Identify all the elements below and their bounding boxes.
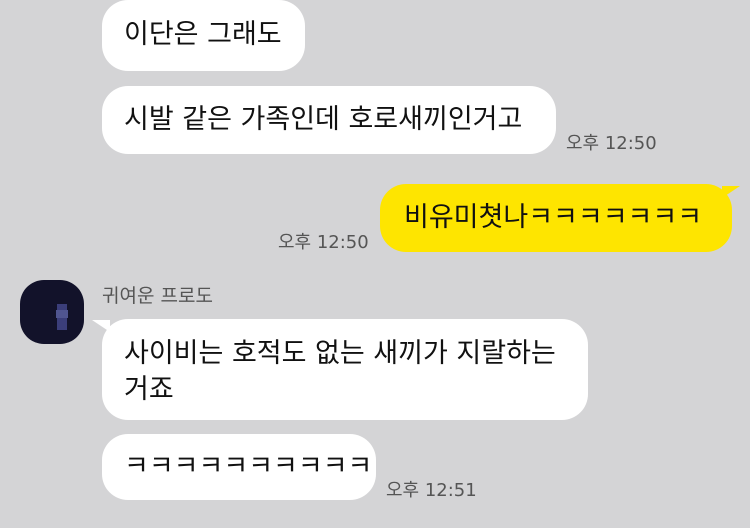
message-text: 비유미쳣나ㅋㅋㅋㅋㅋㅋㅋ xyxy=(404,202,703,233)
my-message-bubble[interactable]: 비유미쳣나ㅋㅋㅋㅋㅋㅋㅋ xyxy=(380,184,732,252)
message-bubble[interactable]: 이단은 그래도 xyxy=(102,0,305,71)
message-text: 시발 같은 가족인데 호로새끼인거고 xyxy=(124,104,523,135)
my-bubble-tail xyxy=(722,186,740,198)
message-text: 사이비는 호적도 없는 새끼가 지랄하는 xyxy=(124,338,556,369)
message-bubble[interactable]: 시발 같은 가족인데 호로새끼인거고 xyxy=(102,86,556,154)
message-text: 거죠 xyxy=(124,374,174,405)
profile-avatar[interactable] xyxy=(20,280,84,344)
message-text: ㅋㅋㅋㅋㅋㅋㅋㅋㅋㅋ xyxy=(124,451,373,482)
message-timestamp: 오후 12:51 xyxy=(386,480,477,501)
message-bubble[interactable]: ㅋㅋㅋㅋㅋㅋㅋㅋㅋㅋ xyxy=(102,434,376,500)
message-timestamp: 오후 12:50 xyxy=(566,133,657,154)
message-text: 이단은 그래도 xyxy=(124,19,282,50)
message-timestamp: 오후 12:50 xyxy=(278,232,369,253)
avatar-pixel xyxy=(56,310,68,318)
sender-name: 귀여운 프로도 xyxy=(102,285,213,307)
message-bubble[interactable]: 사이비는 호적도 없는 새끼가 지랄하는 거죠 xyxy=(102,319,588,420)
